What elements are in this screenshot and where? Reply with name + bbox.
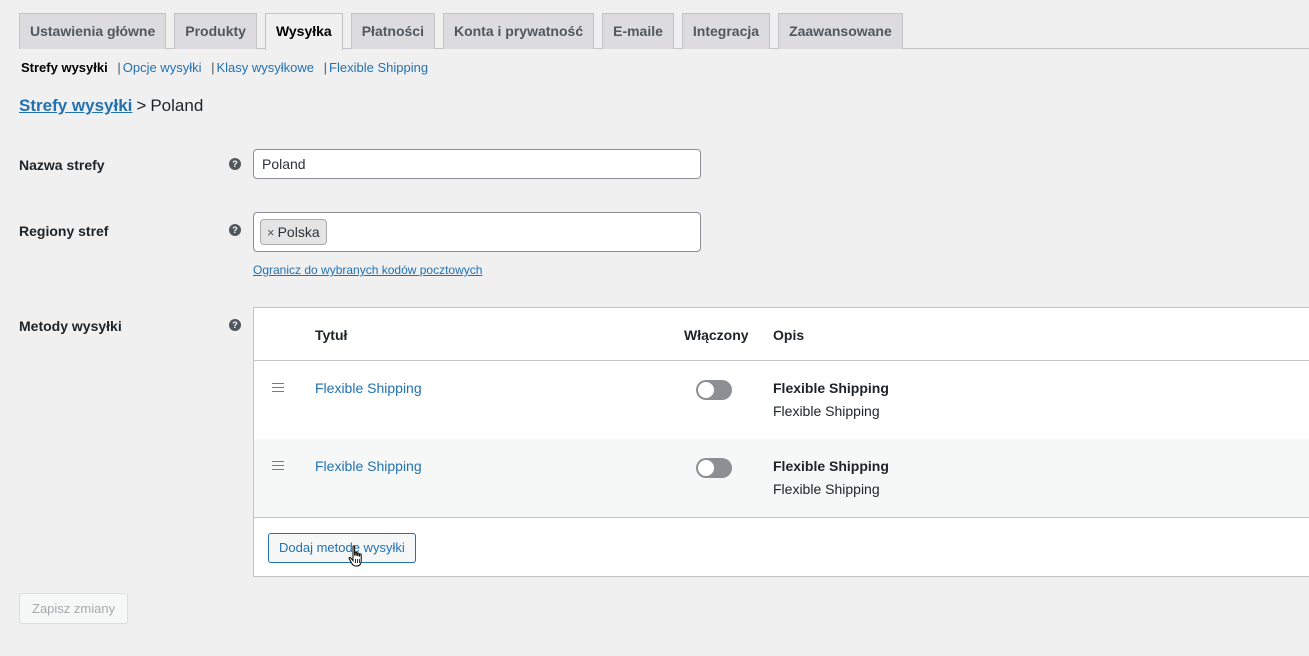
breadcrumb-current-zone: Poland — [150, 96, 204, 115]
settings-tabs: Ustawienia główne Produkty Wysyłka Płatn… — [19, 13, 1309, 50]
chip-remove-icon[interactable]: × — [267, 225, 275, 240]
shipping-subnav: Strefy wysyłki | Opcje wysyłki | Klasy wys… — [21, 60, 428, 75]
region-chip-label: Polska — [277, 224, 320, 240]
subnav-separator: | — [117, 60, 121, 75]
method-description-title: Flexible Shipping — [773, 458, 889, 474]
subnav-link-flexible-shipping[interactable]: Flexible Shipping — [329, 60, 428, 75]
method-enabled-toggle[interactable] — [696, 380, 732, 400]
breadcrumb-link-shipping-zones[interactable]: Strefy wysyłki — [19, 96, 132, 115]
tab-accounts-privacy[interactable]: Konta i prywatność — [442, 13, 595, 49]
tab-integration[interactable]: Integracja — [681, 13, 771, 49]
zone-name-label: Nazwa strefy — [19, 157, 105, 173]
subnav-current-shipping-zones: Strefy wysyłki — [21, 60, 108, 75]
add-shipping-method-button[interactable]: Dodaj metodę wysyłki — [268, 533, 416, 563]
toggle-knob — [698, 460, 714, 476]
column-header-description: Opis — [773, 327, 805, 343]
method-description-title: Flexible Shipping — [773, 380, 889, 396]
hand-pointer-cursor-icon — [348, 545, 362, 567]
tab-advanced[interactable]: Zaawansowane — [778, 13, 903, 49]
shipping-methods-label: Metody wysyłki — [19, 318, 122, 334]
breadcrumb: Strefy wysyłki > Poland — [19, 96, 203, 116]
limit-postcodes-link[interactable]: Ogranicz do wybranych kodów pocztowych — [253, 263, 482, 277]
save-changes-button[interactable]: Zapisz zmiany — [19, 593, 129, 624]
help-icon[interactable]: ? — [229, 158, 241, 170]
tab-shipping[interactable]: Wysyłka — [264, 13, 343, 50]
zone-regions-select[interactable]: × Polska — [253, 212, 701, 252]
drag-handle-icon[interactable] — [272, 461, 284, 470]
subnav-separator: | — [211, 60, 215, 75]
column-header-title: Tytuł — [315, 327, 348, 343]
drag-handle-icon[interactable] — [272, 383, 284, 392]
column-header-enabled: Włączony — [684, 327, 749, 343]
breadcrumb-separator: > — [136, 96, 147, 115]
method-description-text: Flexible Shipping — [773, 403, 880, 419]
tab-products[interactable]: Produkty — [174, 13, 257, 49]
footer-divider — [254, 517, 1309, 518]
method-description-text: Flexible Shipping — [773, 481, 880, 497]
subnav-link-shipping-classes[interactable]: Klasy wysyłkowe — [217, 60, 315, 75]
zone-regions-label: Regiony stref — [19, 223, 109, 239]
subnav-link-shipping-options[interactable]: Opcje wysyłki — [123, 60, 202, 75]
tab-emails[interactable]: E-maile — [602, 13, 674, 49]
region-chip: × Polska — [260, 219, 327, 245]
method-title-link[interactable]: Flexible Shipping — [315, 458, 422, 474]
table-row: Flexible Shipping Flexible Shipping Flex… — [254, 361, 1309, 439]
zone-name-input[interactable] — [253, 149, 701, 179]
shipping-methods-table: Tytuł Włączony Opis Flexible Shipping Fl… — [253, 307, 1309, 577]
help-icon[interactable]: ? — [229, 319, 241, 331]
help-icon[interactable]: ? — [229, 224, 241, 236]
tab-general[interactable]: Ustawienia główne — [19, 13, 167, 49]
shipping-zone-page: Ustawienia główne Produkty Wysyłka Płatn… — [0, 0, 1309, 656]
method-title-link[interactable]: Flexible Shipping — [315, 380, 422, 396]
tab-payments[interactable]: Płatności — [350, 13, 435, 49]
subnav-separator: | — [323, 60, 328, 75]
table-row: Flexible Shipping Flexible Shipping Flex… — [254, 439, 1309, 517]
method-enabled-toggle[interactable] — [696, 458, 732, 478]
toggle-knob — [698, 382, 714, 398]
